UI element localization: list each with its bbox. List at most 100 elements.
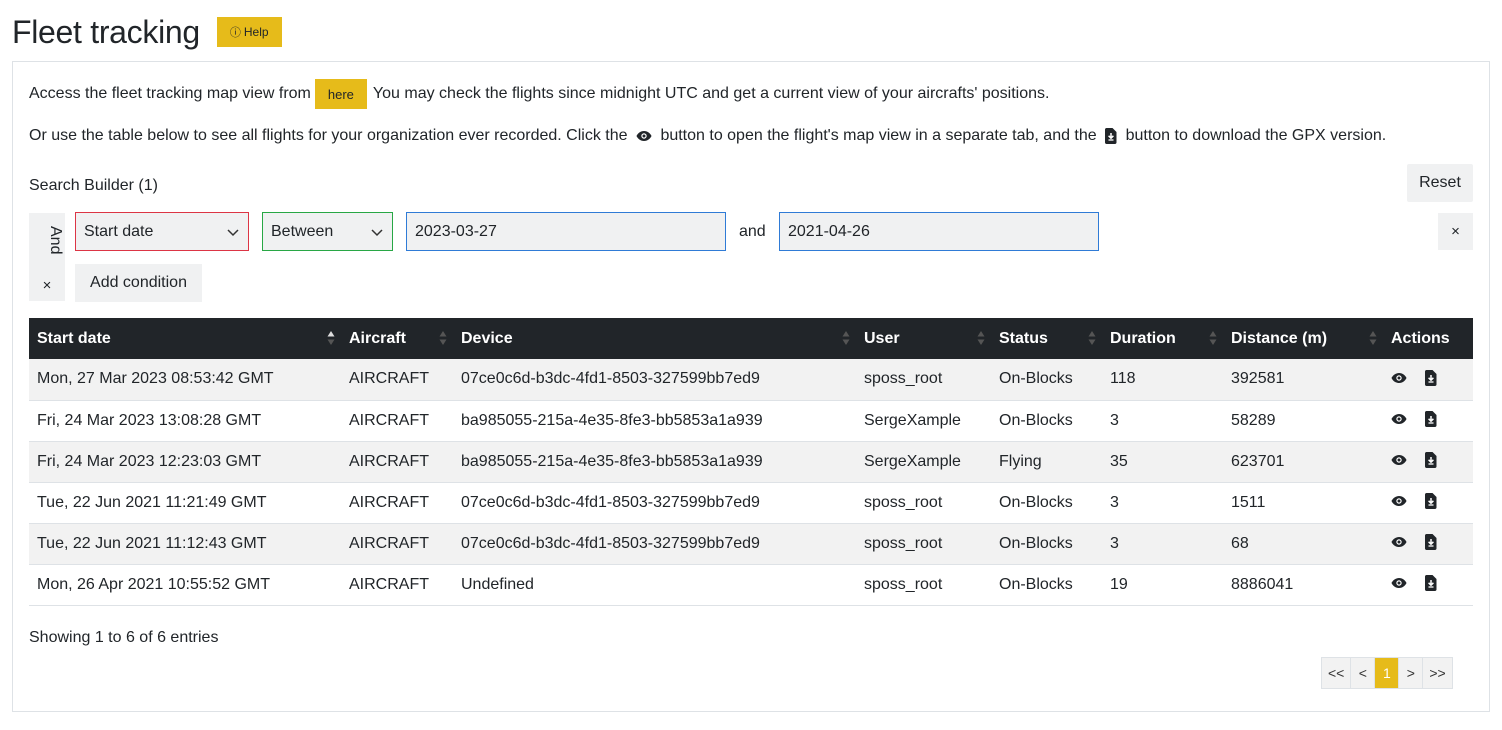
remove-group-button[interactable]: × [29,271,65,301]
cell-actions [1383,482,1473,524]
add-condition-button[interactable]: Add condition [75,264,202,302]
cell-user: sposs_root [856,523,991,565]
value-input-1[interactable]: 2023-03-27 [406,212,726,251]
info-circle-icon: ⓘ [229,27,241,39]
page-button-current[interactable]: 1 [1375,658,1400,688]
eye-icon[interactable] [1391,577,1407,589]
cell-device: ba985055-215a-4e35-8fe3-bb5853a1a939 [453,400,856,442]
cell-start-date: Fri, 24 Mar 2023 13:08:28 GMT [29,400,341,442]
table-row: Fri, 24 Mar 2023 13:08:28 GMT AIRCRAFT ba9… [29,400,1473,442]
next-page-button[interactable]: > [1399,658,1424,688]
fleet-tracking-card: Access the fleet tracking map view from … [12,61,1490,712]
eye-icon[interactable] [1391,372,1407,384]
intro2-text-a: Or use the table below to see all flight… [29,127,628,144]
value-input-2[interactable]: 2021-04-26 [779,212,1099,251]
column-header-label: Distance (m) [1231,329,1328,347]
sort-icon [842,331,850,345]
logic-label[interactable]: And [47,226,64,256]
cell-aircraft: AIRCRAFT [341,359,453,401]
chevron-down-icon [227,228,239,236]
eye-icon[interactable] [1391,536,1407,548]
intro2-text-c: button to download the GPX version. [1125,127,1387,144]
row-actions [1391,452,1437,468]
intro-line-2: Or use the table below to see all flight… [29,125,1386,147]
column-header-label: Duration [1110,329,1176,347]
table-header-row: Start date Aircraft Device User Status D… [29,318,1473,359]
cell-status: On-Blocks [991,400,1102,442]
flights-table: Start date Aircraft Device User Status D… [29,318,1473,606]
reset-button[interactable]: Reset [1407,164,1473,202]
cell-aircraft: AIRCRAFT [341,523,453,565]
row-actions [1391,493,1437,509]
cell-distance: 1511 [1223,482,1383,524]
cell-start-date: Tue, 22 Jun 2021 11:21:49 GMT [29,482,341,524]
eye-icon [636,130,652,141]
condition-select[interactable]: Between [262,212,393,251]
file-download-icon[interactable] [1425,534,1437,550]
field-select[interactable]: Start date [75,212,249,251]
file-download-icon[interactable] [1425,575,1437,591]
row-actions [1391,369,1437,386]
file-download-icon[interactable] [1425,369,1437,386]
remove-condition-button[interactable]: × [1438,213,1473,250]
eye-icon[interactable] [1391,454,1407,466]
first-page-button[interactable]: << [1322,658,1352,688]
cell-actions [1383,359,1473,401]
cell-start-date: Mon, 26 Apr 2021 10:55:52 GMT [29,564,341,606]
table-row: Mon, 26 Apr 2021 10:55:52 GMT AIRCRAFT Und… [29,564,1473,606]
cell-device: Undefined [453,564,856,606]
cell-device: ba985055-215a-4e35-8fe3-bb5853a1a939 [453,441,856,483]
row-actions [1391,534,1437,550]
cell-actions [1383,564,1473,606]
column-header[interactable]: Status [991,318,1102,359]
cell-actions [1383,441,1473,483]
table-body: Mon, 27 Mar 2023 08:53:42 GMT AIRCRAFT 07c… [29,359,1473,606]
chevron-down-icon [371,228,383,236]
row-actions [1391,575,1437,591]
eye-icon[interactable] [1391,413,1407,425]
cell-user: sposs_root [856,564,991,606]
sort-icon [1369,331,1377,345]
column-header[interactable]: Aircraft [341,318,453,359]
file-download-icon[interactable] [1425,411,1437,427]
column-header[interactable]: User [856,318,991,359]
help-button[interactable]: ⓘ Help [216,17,282,47]
logic-toggle[interactable]: And × [29,213,65,301]
cell-duration: 19 [1102,564,1223,606]
cell-status: On-Blocks [991,523,1102,565]
column-header-label: Start date [37,329,111,347]
column-header[interactable]: Start date [29,318,341,359]
table-info: Showing 1 to 6 of 6 entries [29,629,219,646]
pagination: << < 1 > >> [1321,657,1453,689]
condition-select-value: Between [271,222,334,240]
column-header[interactable]: Duration [1102,318,1223,359]
previous-page-button[interactable]: < [1351,658,1376,688]
column-header: Actions [1383,318,1473,359]
last-page-button[interactable]: >> [1423,658,1452,688]
table-row: Mon, 27 Mar 2023 08:53:42 GMT AIRCRAFT 07c… [29,359,1473,401]
intro-text-after: You may check the flights since midnight… [372,85,1050,102]
cell-distance: 8886041 [1223,564,1383,606]
table-row: Tue, 22 Jun 2021 11:12:43 GMT AIRCRAFT 07c… [29,523,1473,565]
file-download-icon [1105,127,1117,144]
file-download-icon[interactable] [1425,493,1437,509]
search-builder-title: Search Builder (1) [29,177,158,194]
sort-icon [439,331,447,345]
column-header[interactable]: Distance (m) [1223,318,1383,359]
intro-text-before: Access the fleet tracking map view from [29,85,311,102]
sort-icon [977,331,985,345]
cell-distance: 392581 [1223,359,1383,401]
here-button[interactable]: here [314,79,367,109]
file-download-icon[interactable] [1425,452,1437,468]
column-header-label: Aircraft [349,329,406,347]
cell-duration: 118 [1102,359,1223,401]
eye-icon[interactable] [1391,495,1407,507]
cell-status: Flying [991,441,1102,483]
column-header-label: Status [999,329,1048,347]
column-header[interactable]: Device [453,318,856,359]
page-title: Fleet tracking [12,14,200,50]
field-select-value: Start date [84,222,154,240]
cell-user: sposs_root [856,482,991,524]
and-joiner: and [739,223,766,240]
cell-actions [1383,523,1473,565]
